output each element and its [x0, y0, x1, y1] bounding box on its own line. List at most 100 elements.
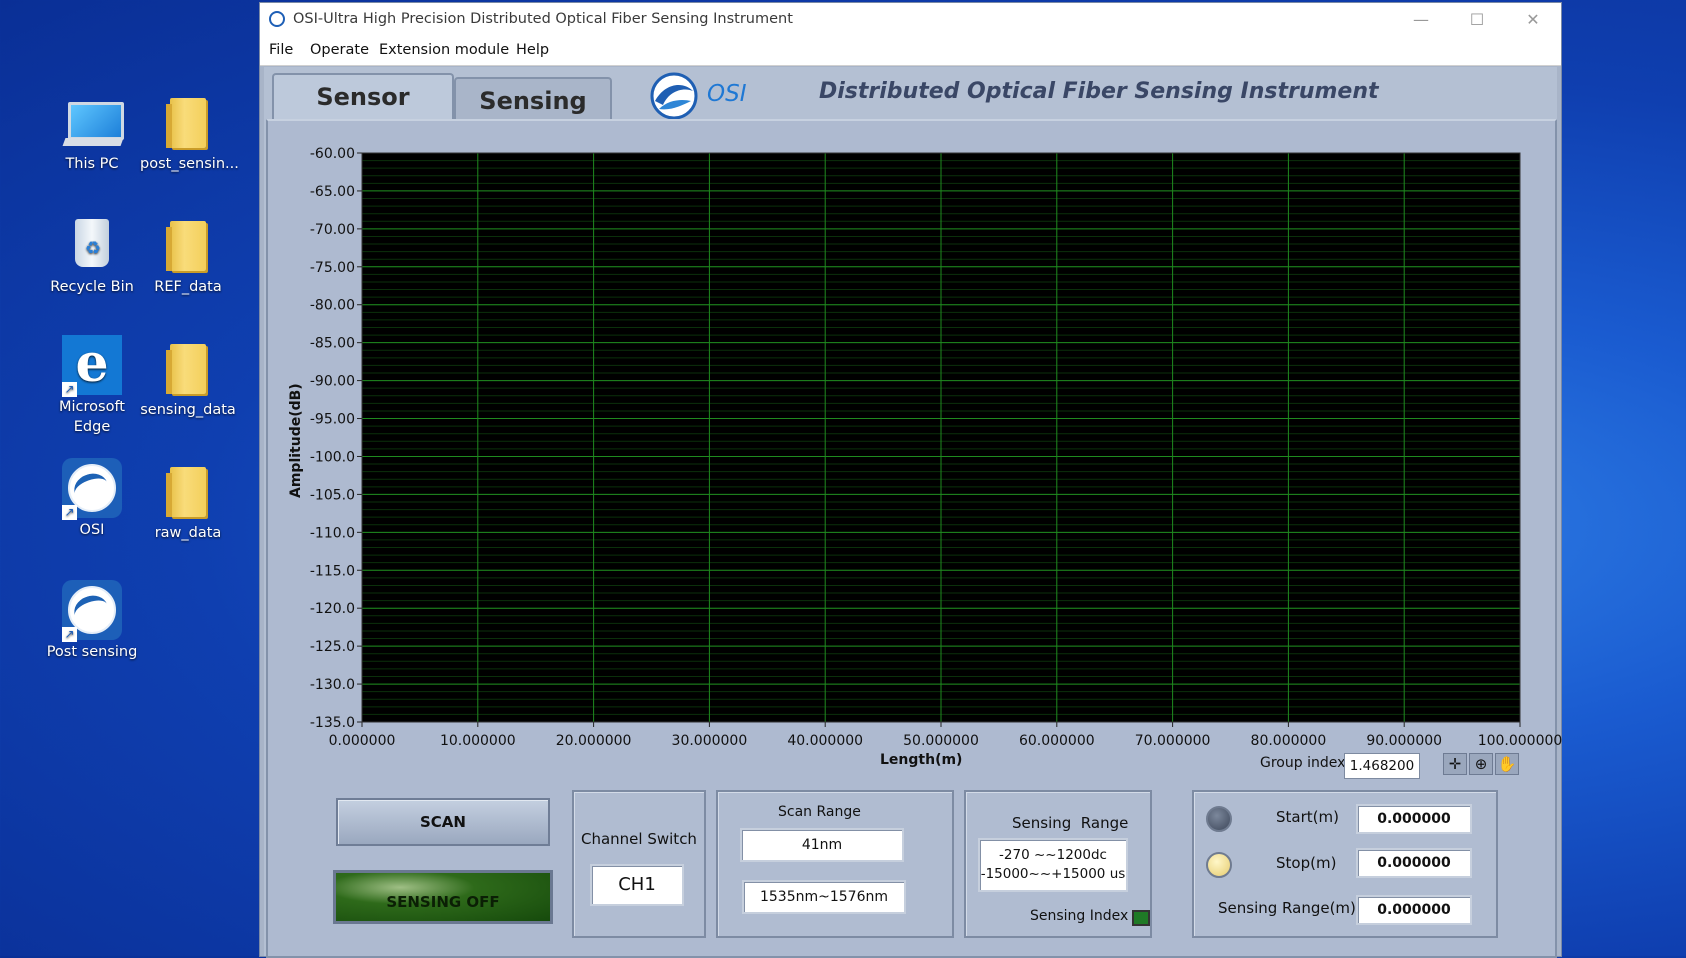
stop-label: Stop(m) — [1276, 854, 1337, 872]
y-tick-label: -90.00 — [310, 374, 355, 390]
sensing-range-group: Sensing Range -270 ~~1200dc -15000~~+150… — [964, 790, 1152, 938]
channel-select[interactable]: CH1 — [590, 864, 684, 906]
desktop-icon-post-sensing-folder[interactable]: post_sensin... — [140, 94, 239, 174]
sensing-range-title: Sensing Range — [1012, 814, 1129, 832]
menu-file[interactable]: File — [269, 42, 293, 58]
desktop-icon-osi[interactable]: ↗ OSI — [44, 458, 140, 540]
menu-extension-module[interactable]: Extension module — [379, 42, 509, 58]
desktop-icon-label: Post sensing — [46, 644, 138, 660]
y-tick-label: -65.00 — [310, 184, 355, 200]
sensing-index-indicator — [1132, 910, 1150, 926]
window-title: OSI-Ultra High Precision Distributed Opt… — [293, 11, 793, 27]
desktop-icon-label: REF_data — [154, 279, 222, 295]
app-logo-icon — [269, 11, 285, 27]
y-tick-label: -125.0 — [310, 639, 355, 655]
scan-button[interactable]: SCAN — [336, 798, 550, 846]
osi-logo-icon — [650, 72, 698, 120]
y-axis-label: Amplitude(dB) — [288, 383, 304, 498]
desktop-icon-sensing-data-folder[interactable]: sensing_data — [140, 340, 236, 420]
shortcut-arrow-icon: ↗ — [62, 627, 77, 642]
x-tick-label: 80.000000 — [1251, 733, 1327, 749]
start-led-indicator[interactable] — [1206, 806, 1232, 832]
x-tick-label: 10.000000 — [440, 733, 516, 749]
group-index-label: Group index — [1260, 755, 1346, 771]
crosshair-tool-icon[interactable]: ✛ — [1443, 753, 1467, 775]
desktop-icon-label: OSI — [79, 522, 105, 538]
zoom-tool-icon[interactable]: ⊕ — [1469, 753, 1493, 775]
y-tick-label: -110.0 — [310, 525, 355, 541]
y-tick-label: -95.00 — [310, 412, 355, 428]
start-value-field[interactable]: 0.000000 — [1356, 804, 1472, 834]
amplitude-chart[interactable]: -60.00 -65.00 -70.00 -75.00 -80.00 -85.00 -90.… — [280, 140, 1564, 770]
x-tick-label: 90.000000 — [1366, 733, 1442, 749]
x-tick-label: 0.000000 — [329, 733, 396, 749]
tab-sensing[interactable]: Sensing — [454, 77, 612, 121]
desktop-icon-recycle-bin[interactable]: ♻ Recycle Bin — [44, 217, 140, 297]
desktop-icon-label: Recycle Bin — [50, 279, 134, 295]
desktop-icon-label: sensing_data — [140, 402, 236, 418]
desktop-icon-label: post_sensin... — [140, 156, 239, 172]
close-button[interactable]: ✕ — [1505, 3, 1561, 37]
sensing-range-m-value-field[interactable]: 0.000000 — [1356, 895, 1472, 925]
sensing-range-m-label: Sensing Range(m) — [1218, 899, 1356, 917]
menu-help[interactable]: Help — [516, 42, 549, 58]
stop-value-field[interactable]: 0.000000 — [1356, 848, 1472, 878]
start-label: Start(m) — [1276, 808, 1339, 826]
sensing-toggle-button[interactable]: SENSING OFF — [333, 870, 553, 924]
folder-icon — [166, 221, 206, 271]
x-tick-label: 60.000000 — [1019, 733, 1095, 749]
y-tick-label: -100.0 — [310, 449, 355, 465]
x-tick-label: 40.000000 — [787, 733, 863, 749]
scan-bandwidth-field[interactable]: 41nm — [740, 828, 904, 862]
x-tick-label: 30.000000 — [672, 733, 748, 749]
x-tick-label: 20.000000 — [556, 733, 632, 749]
x-tick-label: 70.000000 — [1135, 733, 1211, 749]
channel-switch-group: Channel Switch CH1 — [572, 790, 706, 938]
title-bar[interactable]: OSI-Ultra High Precision Distributed Opt… — [260, 3, 1561, 37]
sensing-index-label: Sensing Index — [1030, 908, 1129, 924]
y-tick-label: -105.0 — [310, 487, 355, 503]
folder-icon — [166, 467, 206, 517]
minimize-button[interactable]: — — [1393, 3, 1449, 37]
y-tick-label: -115.0 — [310, 563, 355, 579]
y-tick-label: -135.0 — [310, 715, 355, 731]
y-tick-label: -75.00 — [310, 260, 355, 276]
group-index-input[interactable]: 1.468200 — [1344, 753, 1420, 779]
menu-operate[interactable]: Operate — [310, 42, 369, 58]
sensing-range-line-1: -270 ~~1200dc — [999, 847, 1107, 863]
sensing-range-line-2: -15000~~+15000 us — [980, 866, 1126, 882]
shortcut-arrow-icon: ↗ — [62, 382, 77, 397]
desktop-icon-label: raw_data — [154, 525, 222, 541]
desktop-icon-this-pc[interactable]: This PC — [44, 94, 140, 174]
menu-bar: File Operate Extension module Help — [260, 37, 1561, 66]
scan-range-title: Scan Range — [778, 804, 861, 820]
y-tick-label: -60.00 — [310, 146, 355, 162]
y-tick-label: -130.0 — [310, 677, 355, 693]
header-title: Distributed Optical Fiber Sensing Instru… — [819, 79, 1379, 104]
desktop-icon-ref-data-folder[interactable]: REF_data — [140, 217, 236, 297]
desktop-icon-raw-data-folder[interactable]: raw_data — [140, 463, 236, 543]
tab-sensor-select[interactable]: Sensor Select — [272, 73, 454, 155]
maximize-button[interactable]: ☐ — [1449, 3, 1505, 37]
desktop-icon-post-sensing[interactable]: ↗ Post sensing — [44, 580, 140, 662]
sensing-range-display: -270 ~~1200dc -15000~~+15000 us — [978, 838, 1128, 892]
x-tick-label: 50.000000 — [903, 733, 979, 749]
computer-icon — [68, 102, 124, 140]
scan-wavelength-range-field[interactable]: 1535nm~1576nm — [742, 880, 906, 914]
y-tick-label: -85.00 — [310, 336, 355, 352]
x-axis-label: Length(m) — [880, 752, 963, 768]
desktop-icon-edge[interactable]: e ↗ Microsoft Edge — [44, 335, 140, 437]
pan-hand-icon[interactable]: ✋ — [1495, 753, 1519, 775]
desktop-icon-label: This PC — [65, 156, 119, 172]
scan-range-group: Scan Range 41nm 1535nm~1576nm — [716, 790, 954, 938]
desktop-icon-label: Microsoft Edge — [59, 399, 125, 435]
folder-icon — [166, 344, 206, 394]
y-tick-label: -70.00 — [310, 222, 355, 238]
logo-text: OSI — [707, 81, 747, 107]
shortcut-arrow-icon: ↗ — [62, 505, 77, 520]
folder-icon — [166, 98, 206, 148]
stop-led-indicator[interactable] — [1206, 852, 1232, 878]
y-tick-label: -80.00 — [310, 298, 355, 314]
x-tick-label: 100.000000 — [1478, 733, 1563, 749]
range-settings-group: Start(m) 0.000000 Stop(m) 0.000000 Sensi… — [1192, 790, 1498, 938]
